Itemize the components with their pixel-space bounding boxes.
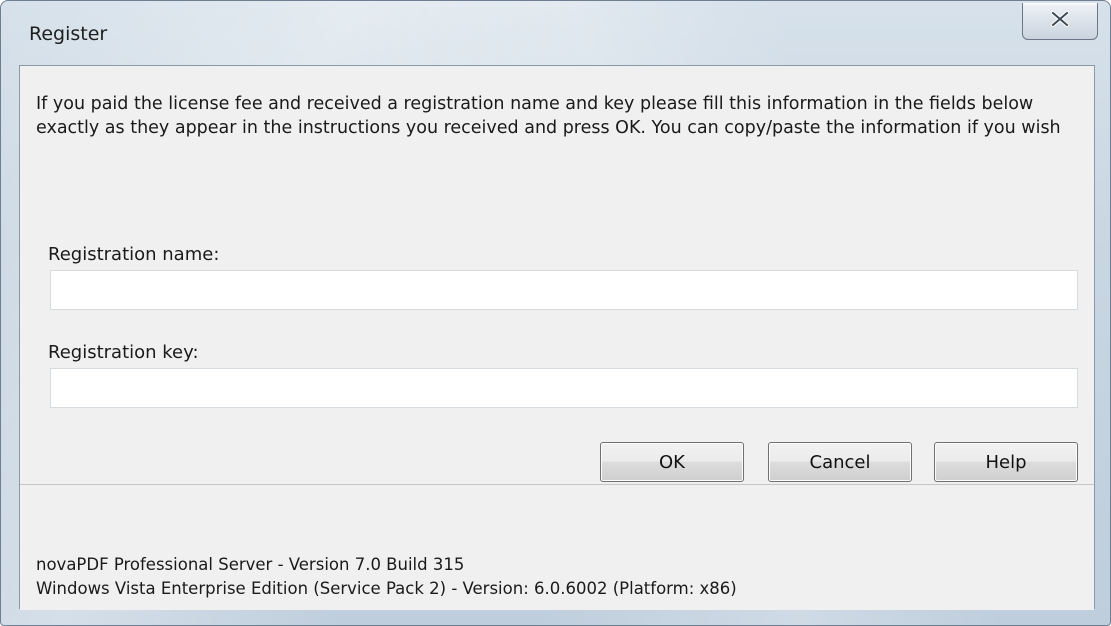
registration-panel: If you paid the license fee and received… bbox=[20, 66, 1094, 484]
ok-button[interactable]: OK bbox=[600, 442, 744, 482]
registration-name-input[interactable] bbox=[50, 270, 1078, 310]
register-window: Register If you paid the license fee and… bbox=[0, 0, 1111, 626]
os-version-text: Windows Vista Enterprise Edition (Servic… bbox=[36, 579, 737, 598]
help-button[interactable]: Help bbox=[934, 442, 1078, 482]
window-title: Register bbox=[29, 23, 108, 45]
registration-key-label: Registration key: bbox=[48, 342, 199, 363]
registration-key-input[interactable] bbox=[50, 368, 1078, 408]
intro-text: If you paid the license fee and received… bbox=[36, 94, 1061, 138]
registration-name-label: Registration name: bbox=[48, 244, 220, 265]
product-version-text: novaPDF Professional Server - Version 7.… bbox=[36, 555, 465, 574]
dialog-client-area: If you paid the license fee and received… bbox=[19, 65, 1095, 610]
close-icon bbox=[1050, 10, 1070, 31]
cancel-button[interactable]: Cancel bbox=[768, 442, 912, 482]
version-info-panel: novaPDF Professional Server - Version 7.… bbox=[20, 485, 1094, 610]
title-bar[interactable]: Register bbox=[1, 1, 1110, 65]
close-button[interactable] bbox=[1022, 3, 1098, 40]
